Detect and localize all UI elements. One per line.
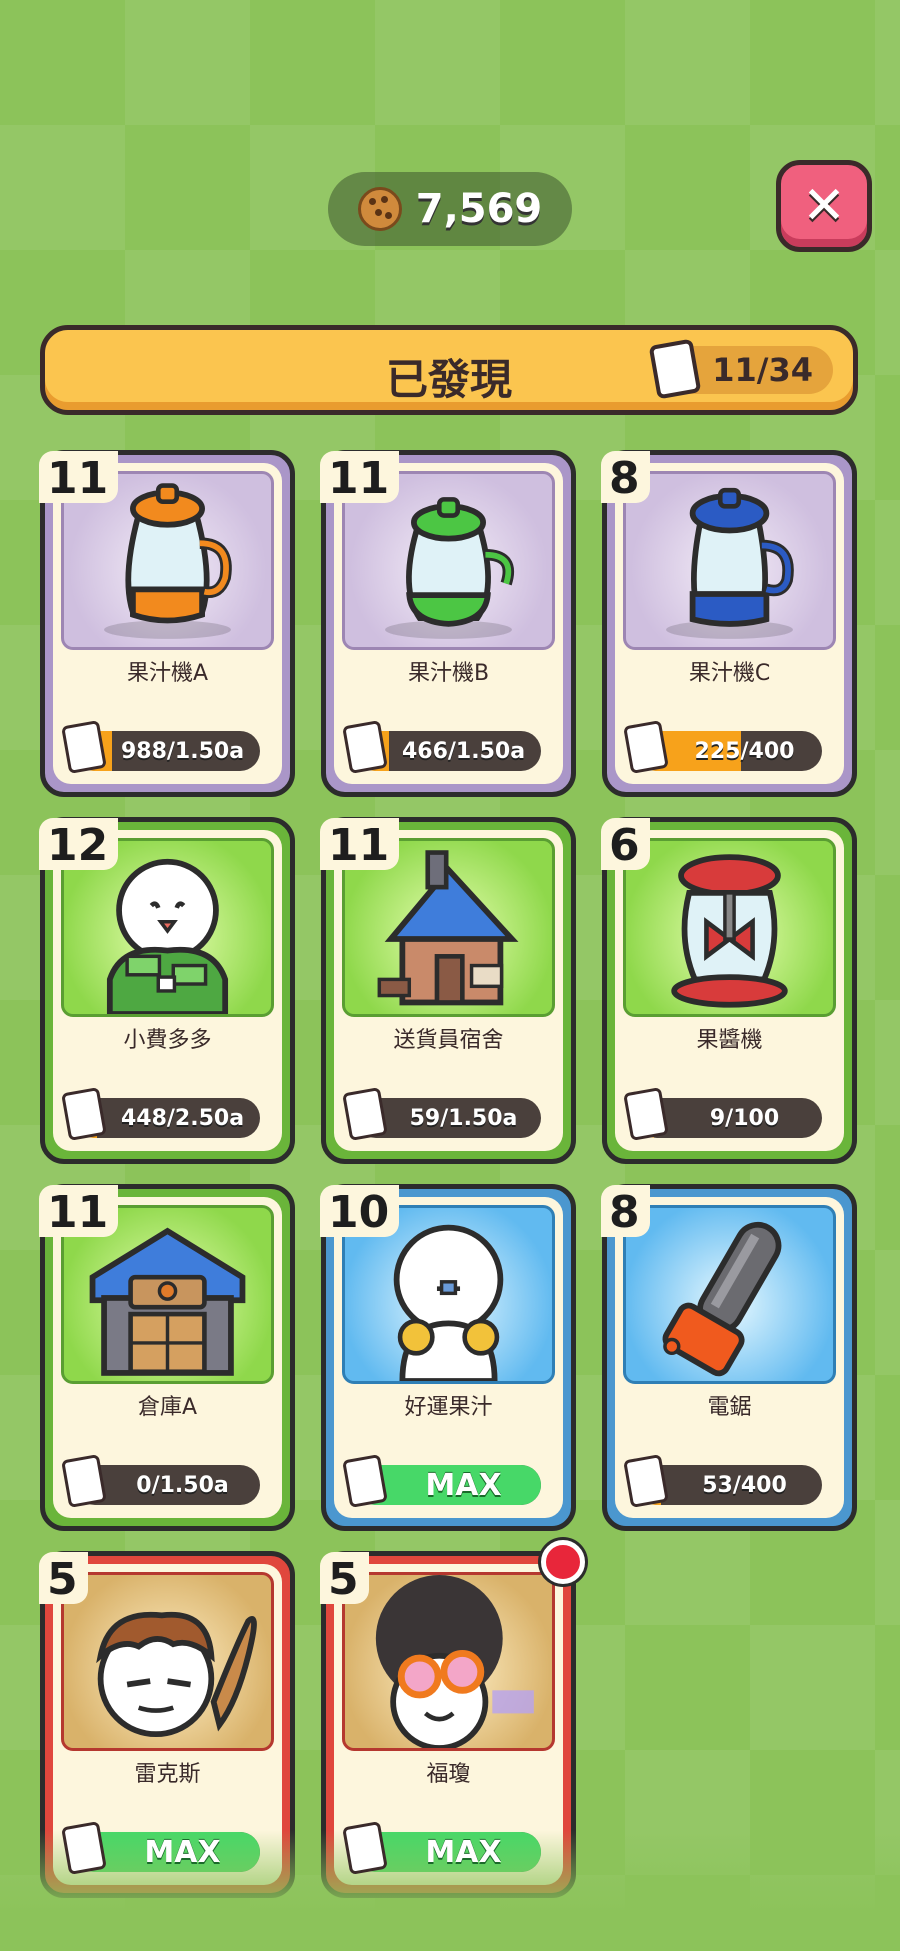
card-level: 11 xyxy=(320,451,400,503)
discovered-header: 已發現 11/34 xyxy=(40,325,858,415)
card-icon xyxy=(61,1454,107,1508)
card-money-character[interactable]: 小費多多 448/2.50a 12 xyxy=(39,817,295,1164)
chainsaw-icon xyxy=(626,1208,833,1381)
currency-value: 7,569 xyxy=(415,186,543,232)
card-icon xyxy=(342,720,388,774)
card-name: 果汁機B xyxy=(407,661,490,686)
card-progress: 59/1.50a xyxy=(342,1087,541,1142)
card-icon xyxy=(342,1454,388,1508)
card-art xyxy=(61,1572,274,1751)
card-warehouse[interactable]: 倉庫A 0/1.50a 11 xyxy=(39,1184,295,1531)
cookie-icon xyxy=(357,187,402,231)
card-icon xyxy=(623,1087,669,1141)
card-name: 倉庫A xyxy=(137,1395,198,1420)
progress-text: MAX xyxy=(425,1467,502,1503)
card-body: 倉庫A 0/1.50a xyxy=(53,1197,282,1518)
card-level: 5 xyxy=(39,1552,88,1604)
card-name: 果汁機C xyxy=(688,661,771,686)
card-body: 果醬機 9/100 xyxy=(615,830,844,1151)
card-body: 好運果汁 MAX xyxy=(334,1197,563,1518)
card-name: 好運果汁 xyxy=(404,1395,493,1420)
card-progress: 53/400 xyxy=(623,1454,822,1509)
card-level: 8 xyxy=(601,1185,650,1237)
card-art xyxy=(623,838,836,1017)
currency-display: 7,569 xyxy=(328,172,572,246)
jam-machine-icon xyxy=(626,841,833,1014)
card-name: 福瓊 xyxy=(426,1762,471,1787)
card-progress: 988/1.50a xyxy=(61,720,260,775)
rex-character-icon xyxy=(64,1575,271,1748)
card-name: 電鋸 xyxy=(707,1395,752,1420)
card-icon xyxy=(623,720,669,774)
progress-text: 988/1.50a xyxy=(120,738,245,764)
close-button[interactable]: ✕ xyxy=(776,160,872,252)
progress-text: 9/100 xyxy=(709,1105,780,1131)
card-name: 小費多多 xyxy=(123,1028,212,1053)
card-level: 11 xyxy=(320,818,400,870)
card-icon xyxy=(342,1087,388,1141)
card-body: 小費多多 448/2.50a xyxy=(53,830,282,1151)
card-jam-machine[interactable]: 果醬機 9/100 6 xyxy=(601,817,857,1164)
progress-text: 0/1.50a xyxy=(136,1472,229,1498)
card-progress: 448/2.50a xyxy=(61,1087,260,1142)
card-icon xyxy=(623,1454,669,1508)
card-level: 8 xyxy=(601,451,650,503)
progress-text: 59/1.50a xyxy=(409,1105,518,1131)
card-body: 送貨員宿舍 59/1.50a xyxy=(334,830,563,1151)
progress-text: MAX xyxy=(425,1834,502,1870)
card-level: 10 xyxy=(320,1185,400,1237)
card-juicer-blue[interactable]: 果汁機C 225/400 8 xyxy=(601,450,857,797)
progress-text: 466/1.50a xyxy=(401,738,526,764)
card-juicer-orange[interactable]: 果汁機A 988/1.50a 11 xyxy=(39,450,295,797)
card-progress: 0/1.50a xyxy=(61,1454,260,1509)
card-juicer-green[interactable]: 果汁機B 466/1.50a 11 xyxy=(320,450,576,797)
card-art xyxy=(623,471,836,650)
close-icon: ✕ xyxy=(802,176,846,236)
card-level: 5 xyxy=(320,1552,369,1604)
card-icon xyxy=(648,338,702,400)
card-rex-character[interactable]: 雷克斯 MAX 5 xyxy=(39,1551,295,1898)
card-level: 6 xyxy=(601,818,650,870)
card-name: 送貨員宿舍 xyxy=(393,1028,504,1053)
card-body: 電鋸 53/400 xyxy=(615,1197,844,1518)
card-progress: 466/1.50a xyxy=(342,720,541,775)
card-progress: 9/100 xyxy=(623,1087,822,1142)
discovered-count-value: 11/34 xyxy=(712,351,813,389)
card-icon xyxy=(61,720,107,774)
progress-text: 53/400 xyxy=(702,1472,787,1498)
card-icon xyxy=(61,1821,107,1875)
card-lucky-juice-character[interactable]: 好運果汁 MAX 10 xyxy=(320,1184,576,1531)
card-name: 果醬機 xyxy=(696,1028,763,1053)
card-body: 果汁機B 466/1.50a xyxy=(334,463,563,784)
card-level: 11 xyxy=(39,451,119,503)
discovered-count: 11/34 xyxy=(648,338,833,400)
card-level: 11 xyxy=(39,1185,119,1237)
fuqiong-character-icon xyxy=(345,1575,552,1748)
card-progress: MAX xyxy=(342,1454,541,1509)
notification-dot xyxy=(541,1540,585,1584)
card-chainsaw[interactable]: 電鋸 53/400 8 xyxy=(601,1184,857,1531)
card-fuqiong-character[interactable]: 福瓊 MAX 5 xyxy=(320,1540,585,1898)
card-body: 果汁機C 225/400 xyxy=(615,463,844,784)
progress-text: 225/400 xyxy=(694,738,795,764)
card-body: 福瓊 MAX xyxy=(334,1564,563,1885)
progress-text: MAX xyxy=(144,1834,221,1870)
card-icon xyxy=(342,1821,388,1875)
card-art xyxy=(342,1572,555,1751)
card-progress: 225/400 xyxy=(623,720,822,775)
card-level: 12 xyxy=(39,818,119,870)
card-body: 果汁機A 988/1.50a xyxy=(53,463,282,784)
progress-text: 448/2.50a xyxy=(120,1105,245,1131)
card-icon xyxy=(61,1087,107,1141)
card-name: 雷克斯 xyxy=(134,1762,201,1787)
card-name: 果汁機A xyxy=(126,661,209,686)
card-body: 雷克斯 MAX xyxy=(53,1564,282,1885)
card-house[interactable]: 送貨員宿舍 59/1.50a 11 xyxy=(320,817,576,1164)
card-art xyxy=(623,1205,836,1384)
juicer-blue-icon xyxy=(626,474,833,647)
